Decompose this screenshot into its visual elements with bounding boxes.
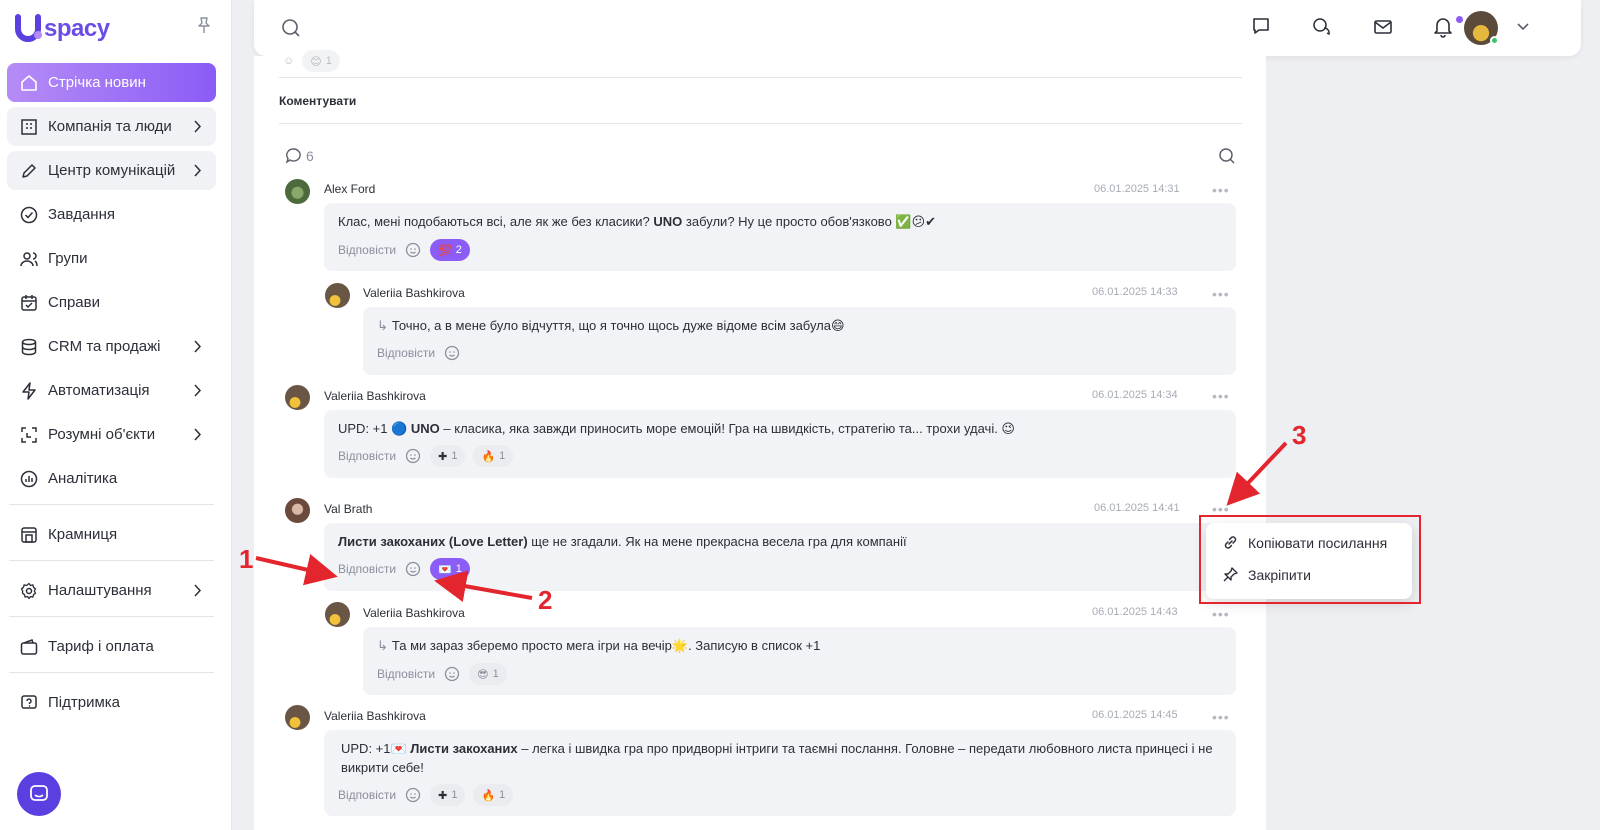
annotation-arrow-3 (1226, 441, 1288, 506)
annotation-arrows (255, 441, 1288, 602)
annotation-arrow-2 (434, 570, 533, 602)
annotation-arrow-1 (255, 554, 338, 586)
